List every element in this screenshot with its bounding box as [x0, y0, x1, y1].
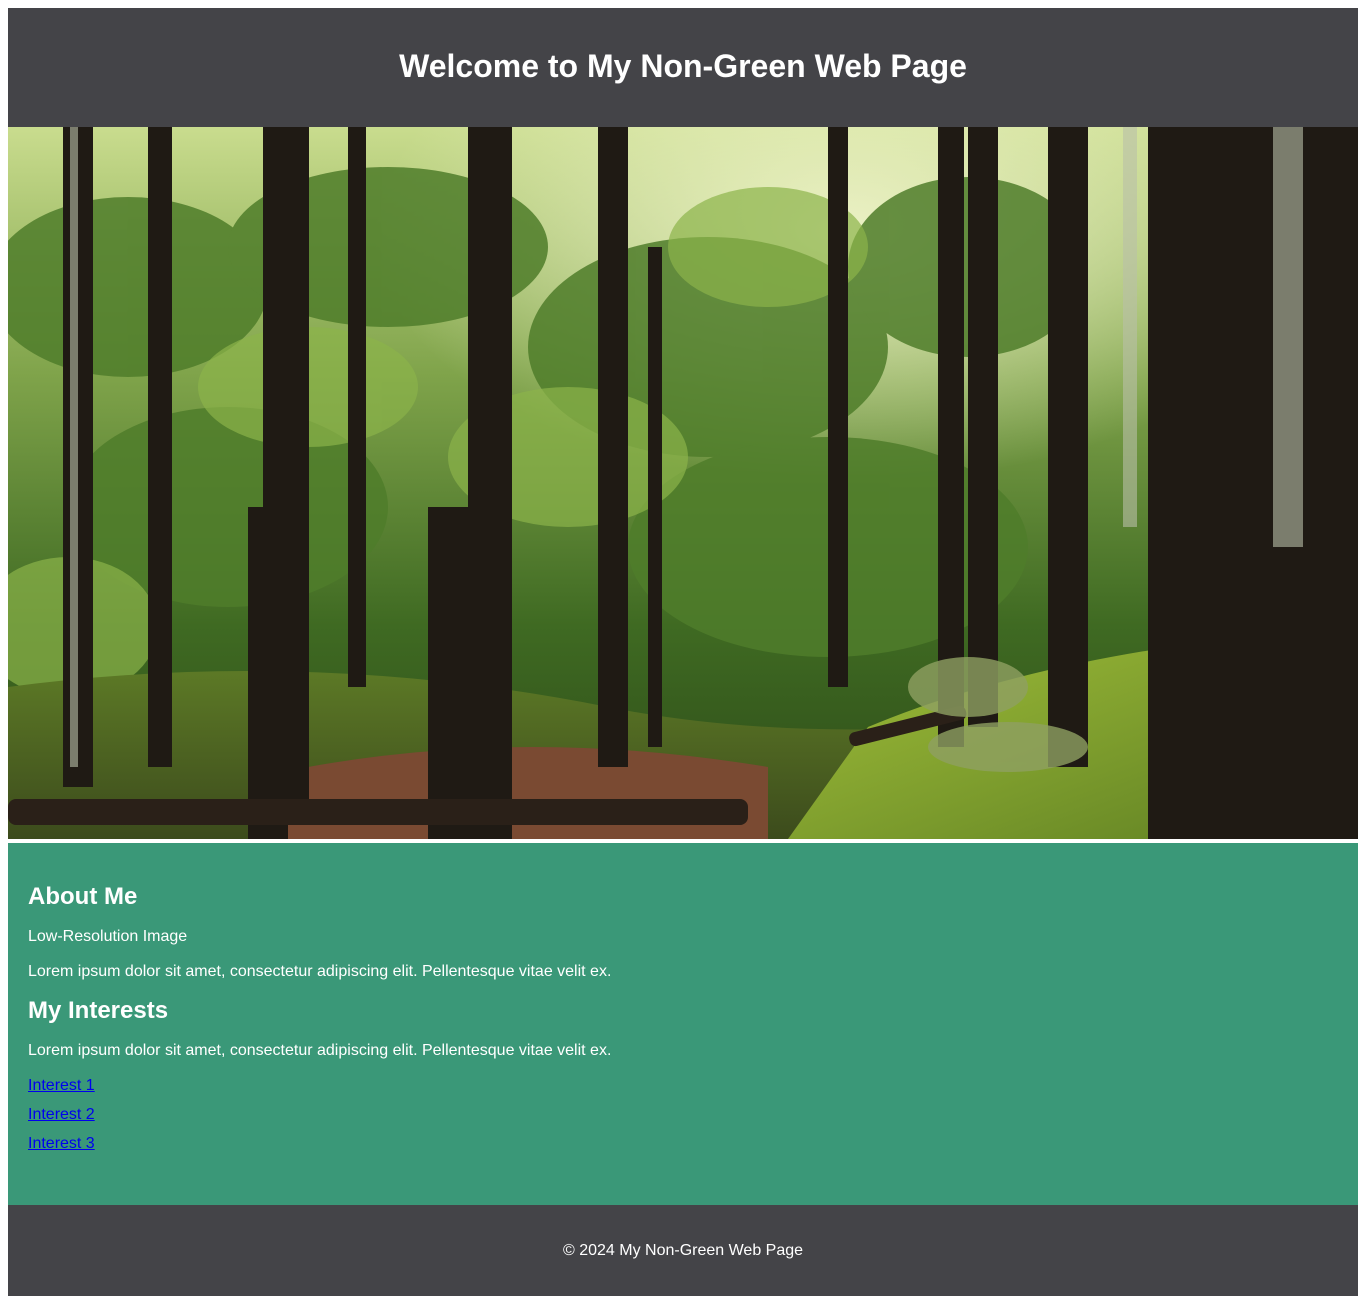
interest-link-1[interactable]: Interest 1: [28, 1076, 1338, 1095]
interest-link-2[interactable]: Interest 2: [28, 1105, 1338, 1124]
hero-forest-image: [8, 127, 1358, 839]
about-heading: About Me: [28, 883, 138, 910]
about-paragraph: Lorem ipsum dolor sit amet, consectetur …: [28, 963, 612, 980]
page: Welcome to My Non-Green Web Page About M…: [8, 8, 1358, 1296]
interests-heading: My Interests: [28, 997, 169, 1024]
site-footer: © 2024 My Non-Green Web Page: [8, 1205, 1358, 1296]
site-header: Welcome to My Non-Green Web Page: [8, 8, 1358, 127]
interest-link-3[interactable]: Interest 3: [28, 1134, 1338, 1153]
page-title: Welcome to My Non-Green Web Page: [399, 48, 967, 84]
main-content: About Me Low-Resolution Image Lorem ipsu…: [8, 843, 1358, 1205]
interests-paragraph: Lorem ipsum dolor sit amet, consectetur …: [28, 1042, 612, 1059]
low-resolution-image-text: Low-Resolution Image: [28, 928, 188, 945]
footer-copyright: © 2024 My Non-Green Web Page: [562, 1241, 804, 1259]
